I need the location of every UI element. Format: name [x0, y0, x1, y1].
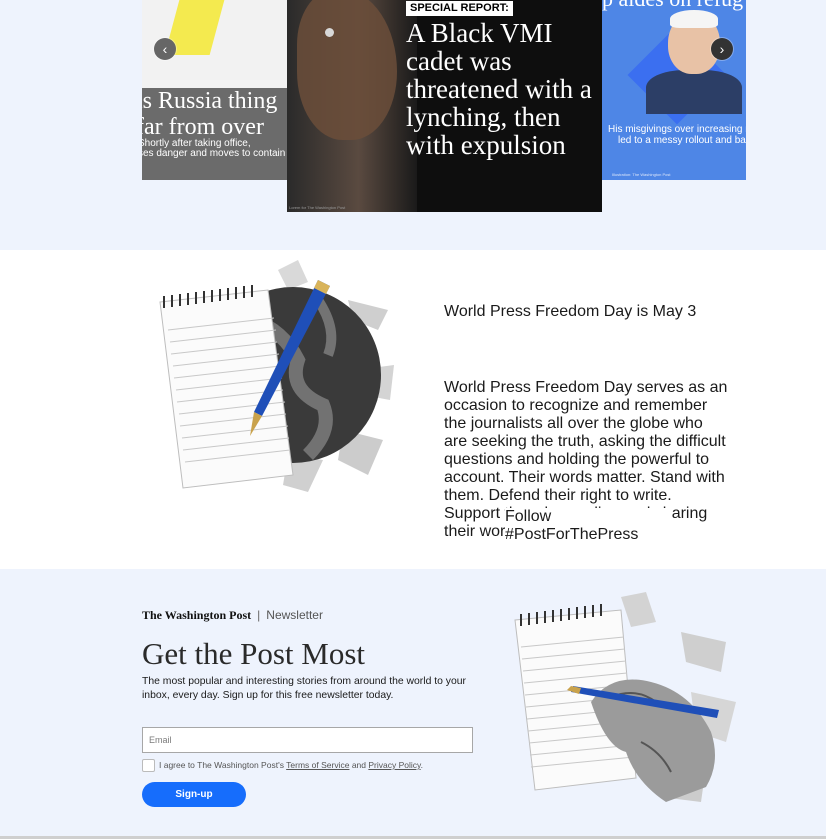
story-carousel: is Russia thing far from over Shortly af… [0, 0, 826, 250]
carousel-next-button[interactable]: › [711, 38, 733, 60]
hand-writing-notebook-illustration [514, 592, 736, 802]
follow-post-for-the-press-button[interactable]: Follow #PostForThePress [505, 508, 671, 543]
photo-subject [297, 0, 397, 140]
terms-of-service-link[interactable]: Terms of Service [286, 760, 349, 770]
slide-text: Shortly after taking office, ses danger … [142, 138, 291, 159]
newsletter-label: Newsletter [266, 608, 323, 622]
photo-credit: Lorem for The Washington Post [289, 205, 346, 210]
slide-headline: is Russia thing far from over [142, 88, 278, 140]
terms-agreement: I agree to The Washington Post's Terms o… [142, 758, 424, 773]
agree-text-end: . [420, 760, 424, 770]
earring [325, 28, 334, 37]
signup-button[interactable]: Sign-up [142, 782, 246, 807]
slide-headline: p aides on refug [602, 0, 743, 12]
chevron-left-icon: ‹ [162, 41, 168, 57]
portrait-hair [670, 10, 718, 28]
newsletter-brand: The Washington Post | Newsletter [142, 608, 323, 623]
newsletter-title: Get the Post Most [142, 636, 366, 671]
slide-caption: His misgivings over increasing nu led to… [608, 124, 746, 146]
agree-text-and: and [349, 760, 369, 770]
email-field[interactable] [142, 727, 473, 753]
newsletter-description: The most popular and interesting stories… [142, 676, 467, 701]
agree-checkbox[interactable] [142, 759, 155, 773]
notebook-globe-pen-illustration [158, 260, 394, 492]
carousel-slide-right[interactable]: p aides on refug His misgivings over inc… [602, 0, 746, 180]
photo-credit: Illustration: The Washington Post [612, 172, 671, 177]
carousel-prev-button[interactable]: ‹ [154, 38, 176, 60]
brand-separator: | [257, 608, 261, 622]
washington-post-logo: The Washington Post [142, 608, 252, 622]
carousel-slide-left[interactable]: is Russia thing far from over Shortly af… [142, 0, 292, 180]
carousel-slide-main[interactable]: SPECIAL REPORT: A Black VMI cadet was th… [287, 0, 602, 212]
press-freedom-title: World Press Freedom Day is May 3 [444, 303, 697, 320]
slide-kicker: SPECIAL REPORT: [406, 1, 513, 16]
slide-headline: A Black VMI cadet was threatened with a … [406, 18, 592, 160]
chevron-right-icon: › [719, 41, 725, 57]
agree-text: I agree to The Washington Post's [159, 760, 287, 770]
privacy-policy-link[interactable]: Privacy Policy [368, 760, 420, 770]
portrait-suit [646, 70, 742, 114]
